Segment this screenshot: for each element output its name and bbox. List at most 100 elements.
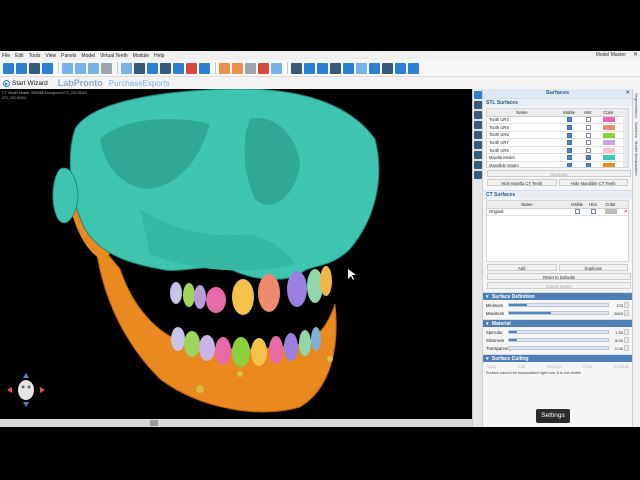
table-row[interactable]: Tooth UR8✕ bbox=[487, 146, 628, 155]
visible-checkbox[interactable] bbox=[567, 163, 573, 167]
shininess-spinner[interactable] bbox=[624, 337, 629, 343]
new-file-icon[interactable] bbox=[3, 62, 14, 74]
visible-checkbox[interactable] bbox=[567, 155, 573, 161]
model-manipulation-tab[interactable]: Model Manipulation bbox=[634, 141, 639, 176]
tooth-panel-icon[interactable] bbox=[474, 141, 482, 149]
arch-icon[interactable] bbox=[369, 62, 380, 74]
zoom-icon[interactable] bbox=[134, 62, 145, 74]
col-hint[interactable]: Hint bbox=[586, 201, 600, 209]
menu-module[interactable]: Module bbox=[133, 53, 149, 59]
menu-virtual-teeth[interactable]: Virtual Teeth bbox=[100, 53, 128, 59]
col-hint[interactable]: Hint bbox=[580, 109, 595, 117]
hint-checkbox[interactable] bbox=[586, 132, 592, 138]
model-icon[interactable] bbox=[271, 62, 282, 74]
visible-checkbox[interactable] bbox=[567, 132, 573, 138]
start-wizard-button[interactable]: ▶ Start Wizard bbox=[3, 79, 48, 87]
table-row[interactable]: Tooth UR5✕ bbox=[487, 123, 628, 132]
table-row[interactable]: Mandible Model✕ bbox=[487, 161, 628, 167]
purchase-exports-link[interactable]: PurchaseExports bbox=[109, 79, 170, 88]
implant-icon[interactable] bbox=[232, 62, 243, 74]
report-panel-icon[interactable] bbox=[474, 161, 482, 169]
table-row[interactable]: Tooth UR7✕ bbox=[487, 138, 628, 147]
ct-surfaces-header[interactable]: CT Surfaces bbox=[483, 190, 632, 198]
pan-icon[interactable] bbox=[330, 62, 341, 74]
maximum-slider[interactable] bbox=[508, 311, 609, 315]
skull-model-render[interactable] bbox=[0, 89, 472, 419]
segmentation-tab[interactable]: Segmentation bbox=[634, 93, 639, 118]
scrollbar-thumb[interactable] bbox=[150, 420, 158, 426]
menu-tools[interactable]: Tools bbox=[29, 53, 41, 59]
crown-icon[interactable] bbox=[245, 62, 256, 74]
material-header[interactable]: ▾ Material bbox=[483, 319, 632, 327]
view-top-icon[interactable] bbox=[88, 62, 99, 74]
stl-surfaces-header[interactable]: STL Surfaces bbox=[483, 98, 632, 106]
visible-checkbox[interactable] bbox=[567, 125, 573, 131]
transparency-spinner[interactable] bbox=[624, 345, 629, 351]
maximum-spinner[interactable] bbox=[624, 310, 629, 316]
ct-duplicate-button[interactable]: Duplicate bbox=[558, 264, 628, 271]
menu-file[interactable]: File bbox=[2, 53, 10, 59]
color-swatch[interactable] bbox=[603, 125, 616, 131]
surface-definition-header[interactable]: ▾ Surface Definition bbox=[483, 292, 632, 300]
color-swatch[interactable] bbox=[603, 163, 616, 167]
landscape-icon[interactable] bbox=[343, 62, 354, 74]
col-name[interactable]: Name bbox=[487, 109, 557, 117]
surfaces-tab[interactable]: Surfaces bbox=[634, 122, 639, 138]
minimum-spinner[interactable] bbox=[624, 302, 629, 308]
menu-help[interactable]: Help bbox=[154, 53, 164, 59]
labpronto-logo[interactable]: LabPronto bbox=[58, 78, 103, 88]
delete-icon[interactable]: ✕ bbox=[624, 209, 628, 215]
measure-icon[interactable] bbox=[121, 62, 132, 74]
close-panel-icon[interactable]: ✕ bbox=[625, 89, 630, 98]
hint-checkbox[interactable] bbox=[586, 163, 592, 167]
color-swatch[interactable] bbox=[605, 209, 618, 215]
hint-checkbox[interactable] bbox=[586, 155, 592, 161]
tooth-icon[interactable] bbox=[219, 62, 230, 74]
specular-spinner[interactable] bbox=[624, 329, 629, 335]
surface-culling-header[interactable]: ▾ Surface Culling bbox=[483, 354, 632, 362]
view-front-icon[interactable] bbox=[62, 62, 73, 74]
rotate-icon[interactable] bbox=[304, 62, 315, 74]
hint-checkbox[interactable] bbox=[591, 209, 597, 215]
table-row[interactable]: Maxilla Model✕ bbox=[487, 153, 628, 163]
import-icon[interactable] bbox=[42, 62, 53, 74]
close-window-icon[interactable]: ✕ bbox=[633, 51, 638, 58]
orientation-head-icon[interactable] bbox=[6, 372, 46, 408]
hint-checkbox[interactable] bbox=[586, 125, 592, 131]
col-visible[interactable]: Visible bbox=[557, 109, 581, 117]
draw-icon[interactable] bbox=[147, 62, 158, 74]
magnet-icon[interactable] bbox=[258, 62, 269, 74]
color-swatch[interactable] bbox=[603, 132, 616, 138]
measure-panel-icon[interactable] bbox=[474, 121, 482, 129]
viewport-scrollbar[interactable] bbox=[0, 419, 472, 427]
hint-checkbox[interactable] bbox=[586, 140, 592, 146]
implant-panel-icon[interactable] bbox=[474, 151, 482, 159]
text-panel-icon[interactable] bbox=[474, 131, 482, 139]
move-icon[interactable] bbox=[291, 62, 302, 74]
menu-panels[interactable]: Panels bbox=[61, 53, 76, 59]
cull-cull-option[interactable]: Cull bbox=[518, 364, 525, 369]
hide-maxilla-ct-teeth-button[interactable]: Hide Maxilla CT Teeth bbox=[487, 179, 557, 186]
zoom-view-icon[interactable] bbox=[317, 62, 328, 74]
cull-settings-option[interactable]: Settings bbox=[546, 364, 561, 369]
create-model-button[interactable]: Create Model bbox=[487, 282, 631, 289]
hint-checkbox[interactable] bbox=[586, 147, 592, 153]
menu-edit[interactable]: Edit bbox=[15, 53, 24, 59]
table-row[interactable]: Original ✕ bbox=[487, 208, 628, 217]
col-color[interactable]: Color bbox=[594, 109, 622, 117]
fullscreen-icon[interactable] bbox=[408, 62, 419, 74]
visible-checkbox[interactable] bbox=[567, 140, 573, 146]
menu-model[interactable]: Model bbox=[81, 53, 95, 59]
curve-icon[interactable] bbox=[356, 62, 367, 74]
color-swatch[interactable] bbox=[603, 155, 616, 161]
list-icon[interactable] bbox=[199, 62, 210, 74]
cull-invisible-option[interactable]: Invisible bbox=[614, 364, 629, 369]
visible-checkbox[interactable] bbox=[567, 147, 573, 153]
transparency-slider[interactable] bbox=[508, 346, 609, 350]
transform-icon[interactable] bbox=[382, 62, 393, 74]
cull-apply-option[interactable]: Apply bbox=[486, 364, 496, 369]
visible-checkbox[interactable] bbox=[575, 209, 581, 215]
color-swatch[interactable] bbox=[603, 117, 616, 123]
menu-view[interactable]: View bbox=[45, 53, 56, 59]
specular-slider[interactable] bbox=[508, 330, 609, 334]
